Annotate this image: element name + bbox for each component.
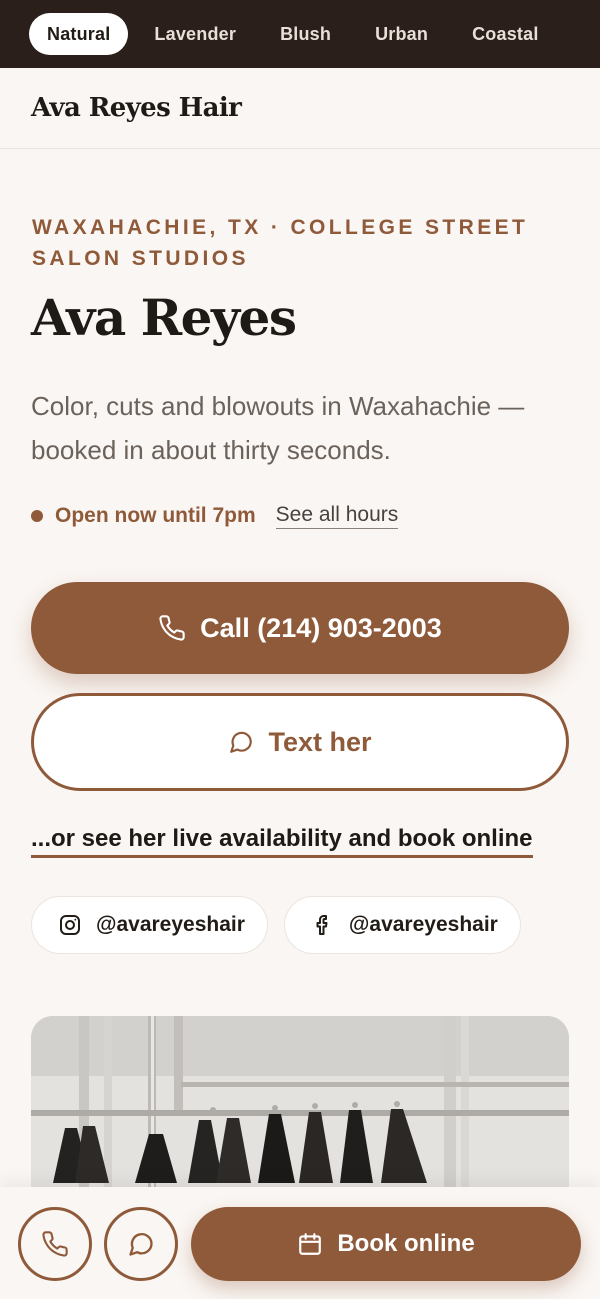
instagram-handle: @avareyeshair bbox=[96, 913, 245, 936]
theme-urban[interactable]: Urban bbox=[357, 13, 446, 55]
book-online-button[interactable]: Book online bbox=[191, 1207, 581, 1281]
open-status: Open now until 7pm See all hours bbox=[31, 503, 399, 529]
instagram-icon bbox=[58, 913, 82, 937]
status-text: Open now until 7pm bbox=[55, 504, 256, 527]
bottom-call-button[interactable] bbox=[18, 1207, 92, 1281]
theme-coastal[interactable]: Coastal bbox=[454, 13, 556, 55]
instagram-link[interactable]: @avareyeshair bbox=[31, 896, 268, 954]
call-button[interactable]: Call (214) 903-2003 bbox=[31, 582, 569, 674]
bottom-text-button[interactable] bbox=[104, 1207, 178, 1281]
location-eyebrow: Waxahachie, TX · College Street Salon St… bbox=[32, 216, 529, 270]
brand-logo[interactable]: Ava Reyes Hair bbox=[31, 93, 242, 123]
status-dot-icon bbox=[31, 510, 43, 522]
call-button-label: Call (214) 903-2003 bbox=[200, 612, 442, 643]
text-button-label: Text her bbox=[268, 726, 372, 757]
page-title: Ava Reyes bbox=[31, 288, 297, 347]
theme-blush[interactable]: Blush bbox=[262, 13, 349, 55]
chat-bubble-icon bbox=[127, 1230, 155, 1258]
site-header: Ava Reyes Hair bbox=[0, 68, 600, 149]
phone-icon bbox=[158, 614, 186, 642]
text-button[interactable]: Text her bbox=[31, 693, 569, 791]
social-links: @avareyeshair @avareyeshair bbox=[31, 896, 537, 954]
theme-switcher: Natural Lavender Blush Urban Coastal bbox=[0, 0, 600, 68]
phone-icon bbox=[41, 1230, 69, 1258]
book-online-link[interactable]: ...or see her live availability and book… bbox=[31, 825, 533, 858]
sticky-action-bar: Book online bbox=[0, 1187, 600, 1299]
see-hours-link[interactable]: See all hours bbox=[275, 503, 399, 529]
calendar-icon bbox=[297, 1231, 323, 1257]
facebook-handle: @avareyeshair bbox=[348, 913, 498, 936]
theme-lavender[interactable]: Lavender bbox=[136, 13, 254, 55]
theme-natural[interactable]: Natural bbox=[29, 13, 129, 55]
chat-bubble-icon bbox=[228, 729, 254, 755]
facebook-link[interactable]: @avareyeshair bbox=[283, 896, 521, 954]
book-online-label: Book online bbox=[337, 1230, 475, 1257]
facebook-icon bbox=[311, 913, 335, 937]
hero-subtitle: Color, cuts and blowouts in Waxahachie —… bbox=[31, 391, 525, 465]
